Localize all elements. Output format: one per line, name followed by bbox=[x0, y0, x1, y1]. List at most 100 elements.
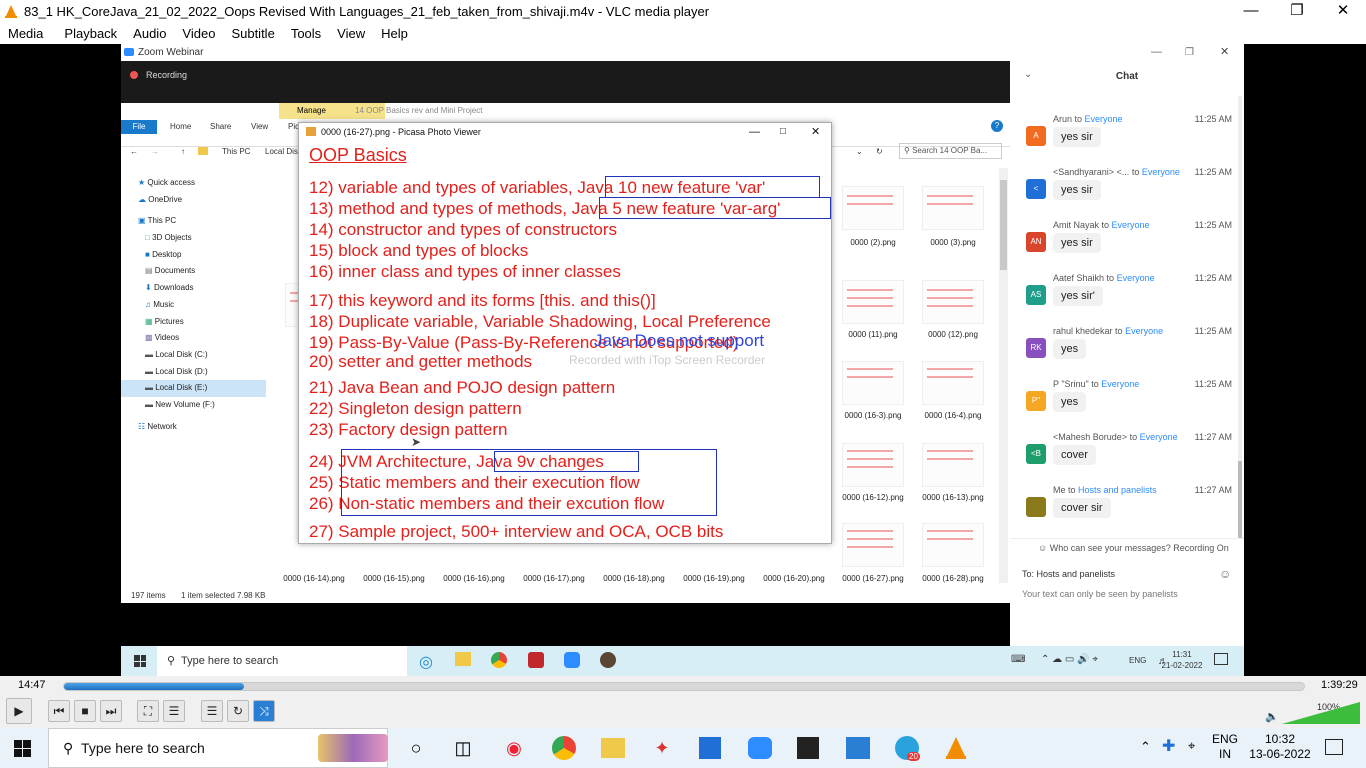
vlc-taskbar-icon[interactable] bbox=[944, 736, 968, 760]
nav-local-disk-d[interactable]: ▬ Local Disk (D:) bbox=[121, 364, 266, 381]
loop-button[interactable]: ↻ bbox=[227, 700, 249, 722]
nav-videos[interactable]: ▩ Videos bbox=[121, 330, 266, 347]
nav-this-pc[interactable]: ▣ This PC bbox=[121, 213, 266, 230]
thumbnail[interactable] bbox=[922, 186, 984, 230]
home-tab[interactable]: Home bbox=[170, 122, 191, 131]
language-indicator[interactable]: ENG bbox=[1129, 656, 1146, 665]
menu-subtitle[interactable]: Subtitle bbox=[223, 26, 282, 41]
thumbnail[interactable] bbox=[842, 186, 904, 230]
thumbnail[interactable] bbox=[842, 361, 904, 405]
recorded-clock[interactable]: 11:31 21-02-2022 bbox=[1157, 649, 1207, 671]
share-tab[interactable]: Share bbox=[210, 122, 231, 131]
start-button[interactable] bbox=[14, 740, 31, 757]
task-view-icon[interactable]: ◫ bbox=[451, 736, 475, 760]
fullscreen-button[interactable]: ⛶ bbox=[137, 700, 159, 722]
notification-center-icon[interactable] bbox=[1325, 739, 1343, 755]
picasa-minimize-icon[interactable]: — bbox=[749, 123, 760, 141]
thumbnail[interactable] bbox=[842, 280, 904, 324]
volume-icon[interactable]: 🔈 bbox=[1265, 710, 1279, 723]
zoom-taskbar-icon[interactable] bbox=[748, 737, 772, 759]
emoji-icon[interactable]: ☺ bbox=[1219, 567, 1231, 581]
play-button[interactable]: ▶ bbox=[6, 698, 32, 724]
chat-scrollbar-thumb[interactable] bbox=[1238, 461, 1242, 539]
windows-start-icon[interactable] bbox=[134, 655, 146, 667]
stop-button[interactable]: ■ bbox=[74, 700, 96, 722]
search-highlight-icon[interactable] bbox=[318, 734, 388, 762]
thumbnail[interactable] bbox=[922, 280, 984, 324]
menu-audio[interactable]: Audio bbox=[125, 26, 174, 41]
photos-icon[interactable] bbox=[846, 737, 870, 759]
folder-icon[interactable] bbox=[455, 652, 471, 666]
extended-settings-button[interactable]: ☰ bbox=[163, 700, 185, 722]
chrome-icon[interactable] bbox=[552, 736, 576, 760]
minimize-button[interactable]: — bbox=[1228, 0, 1274, 22]
zoom-minimize-icon[interactable]: — bbox=[1151, 44, 1162, 61]
nav-onedrive[interactable]: ☁ OneDrive bbox=[121, 192, 266, 209]
menu-media[interactable]: Media bbox=[0, 26, 51, 41]
chat-input[interactable]: Your text can only be seen by panelists bbox=[1022, 589, 1178, 599]
menu-view[interactable]: View bbox=[329, 26, 373, 41]
scrollbar-thumb[interactable] bbox=[1000, 180, 1007, 270]
volume-slider[interactable] bbox=[1282, 702, 1360, 724]
chat-privacy-notice[interactable]: ☺ Who can see your messages? Recording O… bbox=[1038, 543, 1229, 553]
cortana-icon[interactable]: ○ bbox=[404, 736, 428, 760]
notification-icon[interactable] bbox=[1214, 653, 1228, 665]
up-icon[interactable]: ↑ bbox=[181, 147, 185, 156]
keyboard-icon[interactable]: ⌨ bbox=[1011, 654, 1025, 665]
help-icon[interactable]: ? bbox=[991, 120, 1003, 132]
nav-documents[interactable]: ▤ Documents bbox=[121, 263, 266, 280]
thumbnail[interactable] bbox=[922, 361, 984, 405]
menu-help[interactable]: Help bbox=[373, 26, 416, 41]
breadcrumb-this-pc[interactable]: This PC bbox=[222, 147, 250, 156]
edge-icon[interactable]: ◎ bbox=[419, 652, 433, 672]
view-tab[interactable]: View bbox=[251, 122, 268, 131]
language-indicator[interactable]: ENG IN bbox=[1212, 732, 1238, 762]
forward-icon[interactable]: → bbox=[151, 147, 159, 156]
next-button[interactable]: ⏭ bbox=[100, 700, 122, 722]
nav-3d-objects[interactable]: □ 3D Objects bbox=[121, 230, 266, 247]
thumbnail[interactable] bbox=[922, 523, 984, 567]
zoom-maximize-icon[interactable]: ❐ bbox=[1185, 44, 1194, 61]
address-dropdown-icon[interactable]: ⌄ bbox=[856, 147, 863, 156]
picasa-maximize-icon[interactable]: □ bbox=[780, 123, 786, 141]
nav-pictures[interactable]: ▦ Pictures bbox=[121, 314, 266, 331]
nav-quick-access[interactable]: ★ Quick access bbox=[121, 175, 266, 192]
nav-network[interactable]: ☷ Network bbox=[121, 419, 266, 436]
previous-button[interactable]: ⏮ bbox=[48, 700, 70, 722]
nav-downloads[interactable]: ⬇ Downloads bbox=[121, 280, 266, 297]
app-icon[interactable] bbox=[600, 652, 616, 668]
shuffle-button[interactable]: ⤨ bbox=[253, 700, 275, 722]
clock[interactable]: 10:32 13-06-2022 bbox=[1248, 732, 1312, 762]
file-tab[interactable]: File bbox=[121, 120, 157, 134]
refresh-icon[interactable]: ↻ bbox=[876, 147, 883, 156]
menu-playback[interactable]: Playback bbox=[51, 26, 125, 41]
plus-icon[interactable]: ✚ bbox=[1162, 736, 1175, 756]
vertical-scrollbar[interactable] bbox=[999, 168, 1008, 583]
recorder-icon[interactable] bbox=[528, 652, 544, 668]
thumbnail[interactable] bbox=[922, 443, 984, 487]
playlist-button[interactable]: ☰ bbox=[201, 700, 223, 722]
menu-video[interactable]: Video bbox=[174, 26, 223, 41]
recorder-app-icon[interactable]: ◉ bbox=[502, 736, 526, 760]
breadcrumb-local-disk[interactable]: Local Dis bbox=[265, 147, 298, 156]
show-hidden-icons[interactable]: ⌃ bbox=[1140, 739, 1151, 755]
back-icon[interactable]: ← bbox=[130, 147, 138, 156]
zoom-app-icon[interactable] bbox=[564, 652, 580, 668]
seek-bar[interactable] bbox=[63, 682, 1305, 691]
total-time[interactable]: 1:39:29 bbox=[1321, 679, 1358, 691]
file-explorer-icon[interactable] bbox=[601, 738, 625, 758]
zoom-close-icon[interactable]: ✕ bbox=[1220, 44, 1229, 61]
tray-icons[interactable]: ⌃ ☁ ▭ 🔊 ⌖ bbox=[1041, 654, 1098, 665]
nav-local-disk-c[interactable]: ▬ Local Disk (C:) bbox=[121, 347, 266, 364]
menu-tools[interactable]: Tools bbox=[283, 26, 329, 41]
close-button[interactable]: ✕ bbox=[1320, 0, 1366, 22]
store-icon[interactable] bbox=[699, 737, 721, 759]
nav-local-disk-e[interactable]: ▬ Local Disk (E:) bbox=[121, 380, 266, 397]
thumbnail[interactable] bbox=[842, 443, 904, 487]
chrome-icon[interactable] bbox=[491, 652, 507, 668]
nav-music[interactable]: ♫ Music bbox=[121, 297, 266, 314]
nav-desktop[interactable]: ■ Desktop bbox=[121, 247, 266, 264]
elapsed-time[interactable]: 14:47 bbox=[18, 679, 46, 691]
chat-recipient-select[interactable]: To: Hosts and panelists bbox=[1022, 569, 1115, 579]
sticky-notes-icon[interactable] bbox=[797, 737, 819, 759]
